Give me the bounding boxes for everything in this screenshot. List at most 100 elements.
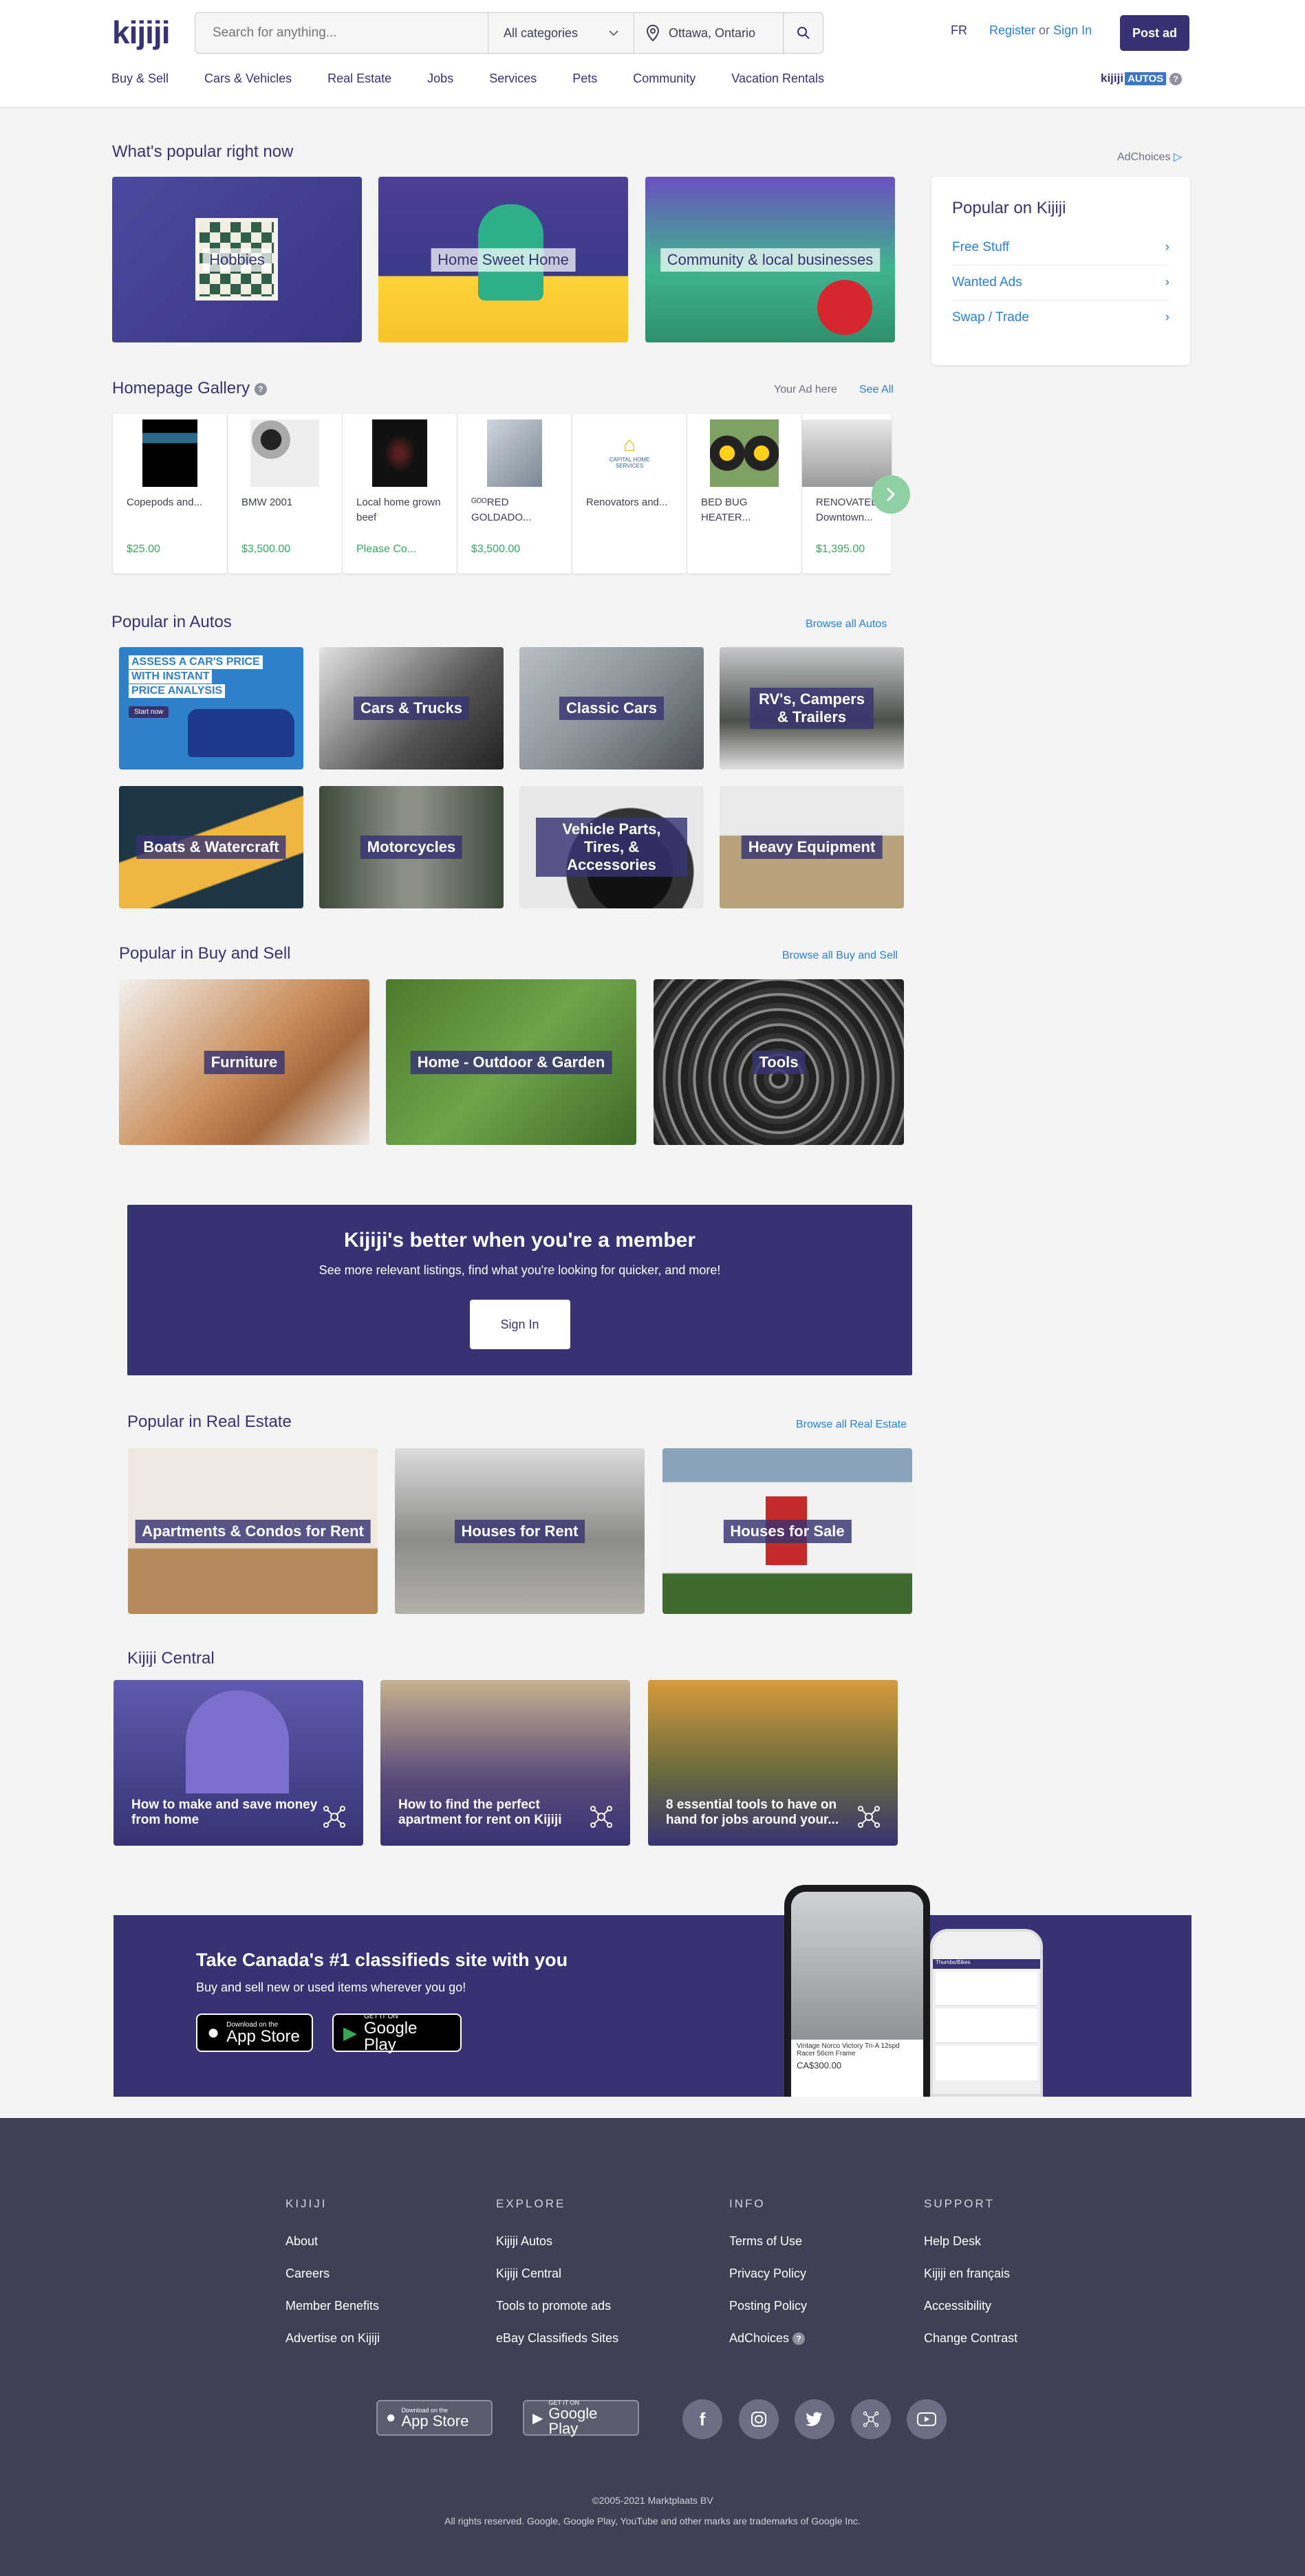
popular-item-free-stuff[interactable]: Free Stuff › bbox=[952, 230, 1169, 265]
nav-real-estate[interactable]: Real Estate bbox=[327, 72, 391, 86]
tile-houses-for-rent[interactable]: Houses for Rent bbox=[395, 1448, 645, 1614]
youtube-icon[interactable] bbox=[907, 2399, 947, 2439]
gallery-card[interactable]: Copepods and... $25.00 bbox=[113, 414, 227, 574]
tile-apartments-condos[interactable]: Apartments & Condos for Rent bbox=[128, 1448, 378, 1614]
gallery-card[interactable]: BED BUG HEATER... bbox=[687, 414, 801, 574]
footer-link[interactable]: Posting Policy bbox=[729, 2299, 807, 2313]
listing-price: $25.00 bbox=[127, 543, 160, 555]
footer-link[interactable]: Careers bbox=[285, 2267, 380, 2281]
footer-link[interactable]: Kijiji en français bbox=[924, 2267, 1017, 2281]
nav-jobs[interactable]: Jobs bbox=[427, 72, 453, 86]
help-icon[interactable]: ? bbox=[1169, 72, 1183, 85]
help-icon[interactable]: ? bbox=[254, 382, 267, 395]
footer-link[interactable]: eBay Classifieds Sites bbox=[496, 2331, 618, 2346]
location-pin-icon bbox=[647, 25, 659, 41]
help-icon[interactable]: ? bbox=[792, 2333, 806, 2346]
nav-community[interactable]: Community bbox=[633, 72, 695, 86]
footer-link[interactable]: Advertise on Kijiji bbox=[285, 2331, 380, 2346]
tile-houses-for-sale[interactable]: Houses for Sale bbox=[662, 1448, 912, 1614]
listing-price: $3,500.00 bbox=[241, 543, 291, 555]
register-link[interactable]: Register bbox=[989, 23, 1035, 37]
footer-link[interactable]: Tools to promote ads bbox=[496, 2299, 618, 2313]
tile-home-sweet-home[interactable]: Home Sweet Home bbox=[378, 177, 628, 342]
footer-link[interactable]: Member Benefits bbox=[285, 2299, 380, 2313]
gallery-card[interactable]: BMW 2001 $3,500.00 bbox=[228, 414, 342, 574]
listing-image bbox=[250, 419, 319, 487]
sign-in-link[interactable]: Sign In bbox=[1053, 23, 1092, 37]
see-all-link[interactable]: See All bbox=[859, 384, 894, 396]
site-footer: KIJIJI About Careers Member Benefits Adv… bbox=[0, 2118, 1305, 2576]
search-input[interactable] bbox=[195, 13, 488, 53]
tile-motorcycles[interactable]: Motorcycles bbox=[319, 786, 504, 908]
footer-link[interactable]: Help Desk bbox=[924, 2234, 1017, 2249]
gallery-card[interactable]: ⌂ CAPITAL HOME SERVICES Renovators and..… bbox=[572, 414, 687, 574]
tile-cars-trucks[interactable]: Cars & Trucks bbox=[319, 647, 504, 769]
tile-classic-cars[interactable]: Classic Cars bbox=[519, 647, 704, 769]
tile-tools[interactable]: Tools bbox=[654, 979, 904, 1145]
footer-link[interactable]: Kijiji Central bbox=[496, 2267, 618, 2281]
card-title: Popular on Kijiji bbox=[952, 199, 1066, 217]
member-subtitle: See more relevant listings, find what yo… bbox=[319, 1263, 721, 1277]
footer-link[interactable]: Accessibility bbox=[924, 2299, 1017, 2313]
central-card[interactable]: How to make and save money from home bbox=[114, 1680, 363, 1846]
browse-all-buy-sell-link[interactable]: Browse all Buy and Sell bbox=[782, 950, 898, 962]
your-ad-here-link[interactable]: Your Ad here bbox=[774, 384, 837, 396]
gallery-card[interactable]: Local home grown beef Please Co... bbox=[343, 414, 457, 574]
member-sign-in-button[interactable]: Sign In bbox=[469, 1300, 570, 1349]
kijiji-autos-logo[interactable]: kijiji AUTOS ? bbox=[1101, 72, 1183, 85]
footer-link[interactable]: Kijiji Autos bbox=[496, 2234, 618, 2249]
listing-title: Renovators and... bbox=[586, 496, 668, 508]
tile-label: Home - Outdoor & Garden bbox=[410, 1050, 612, 1074]
browse-all-autos-link[interactable]: Browse all Autos bbox=[806, 618, 887, 631]
nav-cars-vehicles[interactable]: Cars & Vehicles bbox=[204, 72, 292, 86]
facebook-icon[interactable]: f bbox=[682, 2399, 722, 2439]
footer-app-store-button[interactable]: ● Download on the App Store bbox=[376, 2400, 493, 2436]
tile-rvs-campers-trailers[interactable]: RV's, Campers & Trailers bbox=[720, 647, 904, 769]
nav-vacation-rentals[interactable]: Vacation Rentals bbox=[731, 72, 824, 86]
tile-heavy-equipment[interactable]: Heavy Equipment bbox=[720, 786, 904, 908]
tile-home-outdoor-garden[interactable]: Home - Outdoor & Garden bbox=[386, 979, 636, 1145]
gallery-card[interactable]: ᴳᴼᴼRED GOLDADO... $3,500.00 bbox=[457, 414, 572, 574]
central-card[interactable]: How to find the perfect apartment for re… bbox=[380, 1680, 630, 1846]
nav-services[interactable]: Services bbox=[489, 72, 537, 86]
tile-boats-watercraft[interactable]: Boats & Watercraft bbox=[119, 786, 303, 908]
nav-buy-sell[interactable]: Buy & Sell bbox=[111, 72, 169, 86]
browse-all-real-estate-link[interactable]: Browse all Real Estate bbox=[796, 1419, 907, 1431]
tile-label: Cars & Trucks bbox=[354, 697, 469, 720]
member-banner: Kijiji's better when you're a member See… bbox=[127, 1205, 912, 1375]
hub-icon[interactable] bbox=[851, 2399, 891, 2439]
language-toggle[interactable]: FR bbox=[951, 23, 967, 38]
copyright-text: ©2005-2021 Marktplaats BV bbox=[592, 2495, 713, 2506]
promo-start-button[interactable]: Start now bbox=[129, 706, 169, 718]
tile-furniture[interactable]: Furniture bbox=[119, 979, 369, 1145]
twitter-icon[interactable] bbox=[795, 2399, 834, 2439]
tile-community-local-businesses[interactable]: Community & local businesses bbox=[645, 177, 895, 342]
instagram-icon[interactable] bbox=[739, 2399, 779, 2439]
footer-link[interactable]: AdChoices ? bbox=[729, 2331, 807, 2346]
central-card[interactable]: 8 essential tools to have on hand for jo… bbox=[648, 1680, 898, 1846]
search-button[interactable] bbox=[783, 13, 823, 53]
kijiji-logo[interactable]: kijiji bbox=[112, 14, 170, 51]
footer-google-play-button[interactable]: ▶ GET IT ON Google Play bbox=[523, 2399, 639, 2436]
tile-hobbies[interactable]: Hobbies bbox=[112, 177, 362, 342]
popular-item-wanted-ads[interactable]: Wanted Ads › bbox=[952, 265, 1169, 301]
nav-pets[interactable]: Pets bbox=[572, 72, 597, 86]
google-play-button[interactable]: ▶ GET IT ON Google Play bbox=[332, 2013, 462, 2053]
location-select[interactable]: Ottawa, Ontario bbox=[634, 13, 783, 53]
footer-link[interactable]: About bbox=[285, 2234, 380, 2249]
central-card-title: 8 essential tools to have on hand for jo… bbox=[666, 1798, 839, 1827]
adchoices-link[interactable]: AdChoices ▷ bbox=[1117, 150, 1182, 164]
post-ad-button[interactable]: Post ad bbox=[1120, 15, 1189, 51]
tile-label: Community & local businesses bbox=[660, 248, 881, 272]
listing-image bbox=[802, 419, 892, 487]
footer-link[interactable]: Privacy Policy bbox=[729, 2267, 807, 2281]
popular-item-swap-trade[interactable]: Swap / Trade › bbox=[952, 301, 1169, 335]
footer-link[interactable]: Terms of Use bbox=[729, 2234, 807, 2249]
footer-link[interactable]: Change Contrast bbox=[924, 2331, 1017, 2346]
tile-label: RV's, Campers & Trailers bbox=[750, 688, 874, 729]
autos-promo-tile[interactable]: ASSESS A CAR'S PRICE WITH INSTANT PRICE … bbox=[119, 647, 303, 769]
gallery-next-button[interactable] bbox=[872, 475, 910, 514]
app-store-button[interactable]: ● Download on the App Store bbox=[196, 2013, 313, 2052]
category-select[interactable]: All categories bbox=[488, 13, 634, 53]
tile-vehicle-parts[interactable]: Vehicle Parts, Tires, & Accessories bbox=[519, 786, 704, 908]
